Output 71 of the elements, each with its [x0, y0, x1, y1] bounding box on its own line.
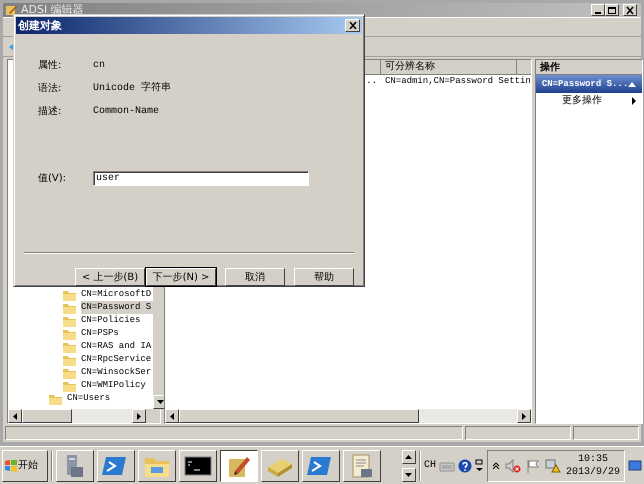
submenu-arrow-icon — [632, 97, 636, 105]
field-label: 语法: — [38, 82, 62, 96]
folder-icon — [62, 366, 77, 379]
field-label: 属性: — [38, 58, 62, 73]
folder-icon — [62, 301, 77, 314]
horizontal-scrollbar[interactable] — [8, 409, 146, 423]
tree-item[interactable]: CN=MicrosoftD — [81, 288, 154, 301]
tree-item[interactable]: CN=Users — [67, 392, 112, 405]
up-arrow-icon — [405, 454, 412, 458]
tree-item[interactable]: CN=WinsockSer — [81, 366, 154, 379]
show-desktop-icon[interactable] — [628, 460, 642, 472]
field-value: Unicode 字符串 — [93, 81, 172, 96]
right-arrow-icon — [137, 412, 141, 420]
left-arrow-icon — [13, 412, 17, 420]
folder-icon — [48, 392, 63, 405]
down-arrow-icon — [156, 400, 164, 404]
folder-icon — [62, 314, 77, 327]
close-button[interactable] — [345, 19, 360, 32]
table-cell-text: .. — [365, 75, 378, 88]
table-cell-text: CN=admin,CN=Password Settin — [384, 75, 531, 88]
help-icon[interactable] — [458, 458, 472, 472]
tree-item[interactable]: CN=RpcService — [81, 353, 154, 366]
tree-item[interactable]: CN=RAS and IA — [81, 340, 154, 353]
chevron-up-icon[interactable] — [492, 462, 500, 470]
value-input[interactable]: user — [93, 171, 309, 186]
taskbar-button[interactable] — [220, 450, 258, 482]
dialog-button[interactable]: < 上一步(B) — [75, 268, 145, 286]
folder-icon — [62, 353, 77, 366]
scroll-up-button[interactable] — [402, 450, 416, 464]
minimize-button[interactable] — [591, 4, 605, 16]
field-label: 描述: — [38, 104, 62, 119]
minimize-icon — [595, 12, 601, 14]
collapse-icon — [628, 82, 636, 86]
folder-icon — [62, 379, 77, 392]
horizontal-scrollbar[interactable] — [165, 409, 531, 423]
start-button[interactable]: 开始 — [2, 450, 48, 482]
tree-item[interactable]: CN=Policies — [81, 314, 142, 327]
network-warning-icon[interactable] — [544, 458, 561, 472]
tree-item[interactable]: CN=PSPs — [81, 327, 121, 340]
field-label: 值(V): — [38, 172, 68, 186]
maximize-button[interactable] — [605, 4, 619, 16]
action-item[interactable]: 更多操作 — [536, 93, 642, 109]
editor-icon — [5, 4, 17, 16]
close-button[interactable] — [623, 4, 637, 16]
dialog-title: 创建对象 — [18, 18, 62, 34]
tree-item[interactable]: CN=WMIPolicy — [81, 379, 148, 392]
field-value: cn — [93, 59, 106, 73]
left-arrow-icon — [170, 412, 174, 420]
close-icon — [625, 6, 635, 14]
scroll-down-button[interactable] — [402, 468, 416, 482]
status-pane — [573, 426, 639, 440]
folder-icon — [62, 288, 77, 301]
tree-item[interactable]: CN=Password S — [81, 301, 154, 314]
windows-logo-icon — [5, 460, 17, 472]
window-title: ADSI 编辑器 — [21, 3, 85, 17]
options-icon[interactable] — [474, 458, 484, 472]
flag-icon[interactable] — [526, 458, 540, 472]
dialog-button[interactable]: 下一步(N) > — [146, 268, 216, 286]
dialog-button[interactable]: 帮助 — [294, 268, 354, 286]
speaker-muted-icon[interactable] — [504, 458, 521, 472]
folder-icon — [62, 340, 77, 353]
right-arrow-icon — [522, 412, 526, 420]
actions-header: 操作 — [536, 60, 642, 75]
down-arrow-icon — [405, 472, 412, 476]
folder-icon — [62, 327, 77, 340]
field-value: Common-Name — [93, 105, 160, 119]
language-indicator[interactable]: CH — [424, 458, 436, 473]
close-icon — [348, 22, 356, 29]
dialog-button[interactable]: 取消 — [225, 268, 285, 286]
maximize-icon — [607, 6, 617, 14]
action-section-header[interactable]: CN=Password S... — [536, 75, 642, 93]
